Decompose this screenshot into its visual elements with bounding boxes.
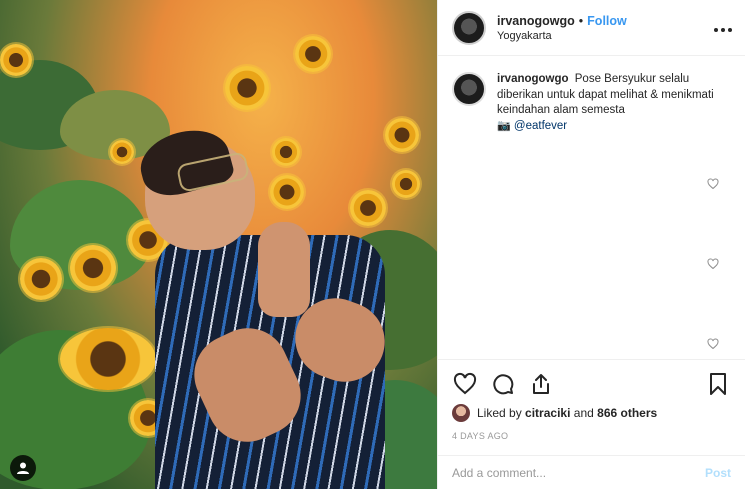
sunflower [110,140,134,164]
heart-icon[interactable] [707,338,719,350]
post-photo[interactable] [0,0,437,489]
follow-button[interactable]: Follow [587,14,627,28]
separator-dot: • [578,13,584,28]
sunflower [392,170,420,198]
comments-area: irvanogowgo Pose Bersyukur selalu diberi… [438,56,745,359]
liker-username-link[interactable]: citraciki [525,406,570,420]
bookmark-icon[interactable] [705,371,731,397]
sunflower [225,66,269,110]
post-sidebar: irvanogowgo • Follow Yogyakarta irvanogowg… [437,0,745,489]
header-text: irvanogowgo • Follow Yogyakarta [497,14,713,42]
post-button[interactable]: Post [705,466,731,480]
caption-text: irvanogowgo Pose Bersyukur selalu diberi… [497,72,722,134]
more-horizontal-icon[interactable] [713,17,733,38]
caption: irvanogowgo Pose Bersyukur selalu diberi… [452,72,731,134]
header-line: irvanogowgo • Follow [497,14,713,28]
likes-and: and [573,406,594,420]
person-hands [258,222,310,317]
share-icon[interactable] [528,371,554,397]
avatar[interactable] [452,72,486,106]
comment-icon[interactable] [490,371,516,397]
username-link[interactable]: irvanogowgo [497,14,575,28]
action-bar: Liked by citraciki and 866 others 4 DAYS… [438,359,745,441]
sunflower [0,44,32,76]
sunflower [272,138,300,166]
heart-icon[interactable] [707,178,719,190]
location-link[interactable]: Yogyakarta [497,30,713,42]
sunflower [270,175,304,209]
liker-avatar[interactable] [452,404,470,422]
sunflower [385,118,419,152]
post-header: irvanogowgo • Follow Yogyakarta [438,0,745,56]
caption-username-link[interactable]: irvanogowgo [497,73,569,85]
sunflower [20,258,62,300]
avatar[interactable] [452,10,486,45]
comment-box: Post [438,455,745,489]
instagram-post: irvanogowgo • Follow Yogyakarta irvanogowg… [0,0,745,489]
mention-link[interactable]: @eatfever [514,120,567,132]
comment-input[interactable] [452,465,705,480]
likes-others-link[interactable]: 866 others [597,406,657,420]
post-timestamp[interactable]: 4 DAYS AGO [452,431,731,441]
likes-summary: Liked by citraciki and 866 others [452,404,731,422]
sunflower [60,328,156,390]
action-row [452,368,731,400]
sunflower [70,245,116,291]
heart-icon[interactable] [707,258,719,270]
sunflower [295,36,331,72]
user-tag-icon[interactable] [10,455,36,481]
heart-icon[interactable] [452,371,478,397]
likes-prefix: Liked by [477,406,522,420]
camera-emoji: 📷 [497,119,511,132]
sunflower [350,190,386,226]
